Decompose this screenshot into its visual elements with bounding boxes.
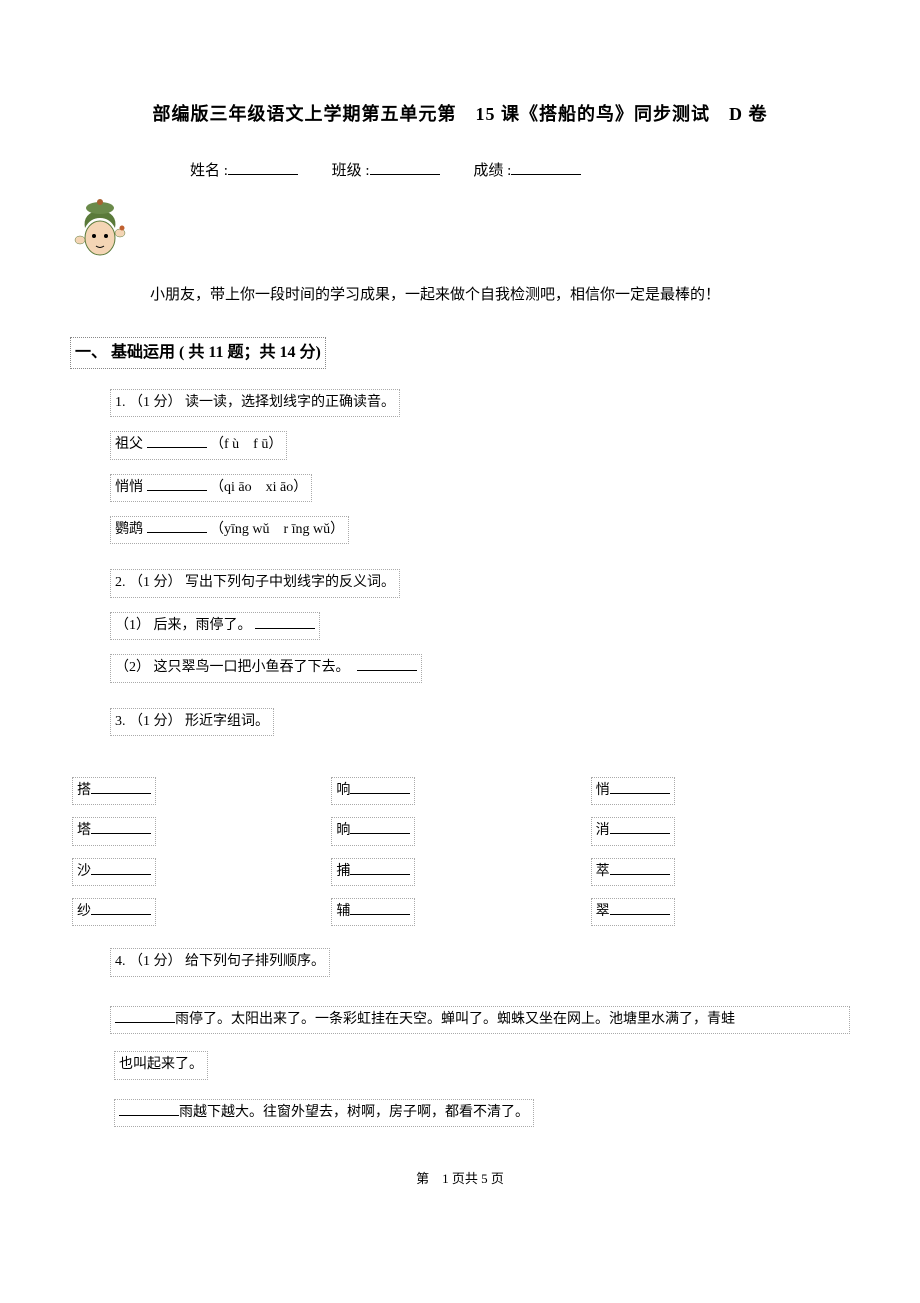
q1-text-yingwu: 鹦鹉: [115, 522, 143, 537]
table-row: 塔 晌 消: [72, 817, 848, 855]
table-row: 纱 辅 翠: [72, 898, 848, 936]
avatar-block: [70, 198, 850, 268]
q1-label: 1. （1 分） 读一读，选择划线字的正确读音。: [110, 389, 400, 417]
q2-blank-2[interactable]: [357, 657, 417, 671]
q3-char-xiao3: 消: [596, 823, 610, 838]
q1-blank-1[interactable]: [147, 434, 207, 448]
q1-line2: 悄悄 （qi āo xi āo）: [110, 474, 312, 502]
q3-char-fu3: 辅: [336, 904, 350, 919]
q4-p1-text: 雨停了。太阳出来了。一条彩虹挂在天空。蝉叫了。蜘蛛又坐在网上。池塘里水满了，青蛙: [175, 1012, 735, 1027]
q3-char-da: 搭: [77, 783, 91, 798]
q3-blank[interactable]: [350, 861, 410, 875]
q3-blank[interactable]: [91, 901, 151, 915]
name-label: 姓名 :: [190, 163, 228, 179]
q4-p1b-text: 也叫起来了。: [114, 1051, 208, 1079]
q4-p1-container: 雨停了。太阳出来了。一条彩虹挂在天空。蝉叫了。蜘蛛又坐在网上。池塘里水满了，青蛙: [110, 1006, 850, 1034]
cartoon-avatar-icon: [70, 198, 130, 260]
q3-blank[interactable]: [610, 820, 670, 834]
table-row: 搭 响 悄: [72, 777, 848, 815]
q3-blank[interactable]: [91, 820, 151, 834]
q4-p2-text: 雨越下越大。往窗外望去，树啊，房子啊，都看不清了。: [179, 1105, 529, 1120]
q3-blank[interactable]: [350, 820, 410, 834]
q1-text-zufu: 祖父: [115, 437, 143, 452]
student-info-line: 姓名 : 班级 : 成绩 :: [70, 159, 850, 183]
q2-label: 2. （1 分） 写出下列句子中划线字的反义词。: [110, 569, 400, 597]
class-blank[interactable]: [370, 161, 440, 175]
q3-char-sha: 沙: [77, 864, 91, 879]
greeting-text: 小朋友，带上你一段时间的学习成果，一起来做个自我检测吧，相信你一定是最棒的！: [150, 283, 850, 307]
q4-p1b-container: 也叫起来了。: [110, 1049, 850, 1081]
q2-blank-1[interactable]: [255, 615, 315, 629]
question-1: 1. （1 分） 读一读，选择划线字的正确读音。 祖父 （f ù f ū） 悄悄…: [110, 389, 850, 545]
q3-blank[interactable]: [91, 861, 151, 875]
q1-line3: 鹦鹉 （yīng wǔ r īng wǔ）: [110, 516, 349, 544]
q2-line2: （2） 这只翠鸟一口把小鱼吞了下去。: [110, 654, 422, 682]
q1-blank-2[interactable]: [147, 477, 207, 491]
q1-line1: 祖父 （f ù f ū）: [110, 431, 287, 459]
q1-options-2: （qi āo xi āo）: [210, 480, 307, 495]
q3-word-table: 搭 响 悄 塔 晌 消 沙 捕 萃 纱 辅 翠: [70, 775, 850, 939]
section-1-header: 一、 基础运用 ( 共 11 题；共 14 分): [70, 337, 326, 369]
q2-text-2: （2） 这只翠鸟一口把小鱼吞了下去。: [115, 660, 350, 675]
q4-blank-2[interactable]: [119, 1102, 179, 1116]
q3-blank[interactable]: [610, 901, 670, 915]
q3-blank[interactable]: [350, 901, 410, 915]
question-3: 3. （1 分） 形近字组词。: [110, 708, 850, 750]
q3-char-sha1: 纱: [77, 904, 91, 919]
q1-blank-3[interactable]: [147, 519, 207, 533]
score-blank[interactable]: [511, 161, 581, 175]
score-label: 成绩 :: [473, 163, 511, 179]
q4-blank-1[interactable]: [115, 1009, 175, 1023]
table-row: 沙 捕 萃: [72, 858, 848, 896]
q2-line1: （1） 后来，雨停了。: [110, 612, 320, 640]
document-title: 部编版三年级语文上学期第五单元第 15 课《搭船的鸟》同步测试 D 卷: [70, 100, 850, 129]
q3-label: 3. （1 分） 形近字组词。: [110, 708, 274, 736]
q3-blank[interactable]: [350, 780, 410, 794]
q2-text-1: （1） 后来，雨停了。: [115, 618, 252, 633]
question-2: 2. （1 分） 写出下列句子中划线字的反义词。 （1） 后来，雨停了。 （2）…: [110, 569, 850, 682]
q3-char-xiang: 响: [336, 783, 350, 798]
q3-blank[interactable]: [91, 780, 151, 794]
name-blank[interactable]: [228, 161, 298, 175]
q3-char-bu: 捕: [336, 864, 350, 879]
q3-char-qiao: 悄: [596, 783, 610, 798]
q3-char-cui: 翠: [596, 904, 610, 919]
q3-char-ta: 塔: [77, 823, 91, 838]
q1-options-3: （yīng wǔ r īng wǔ）: [210, 522, 344, 537]
question-4: 4. （1 分） 给下列句子排列顺序。: [110, 948, 850, 990]
q3-char-shang: 晌: [336, 823, 350, 838]
q4-p2-container: 雨越下越大。往窗外望去，树啊，房子啊，都看不清了。: [110, 1097, 850, 1129]
q1-text-qiaoqiao: 悄悄: [115, 480, 143, 495]
q1-options-1: （f ù f ū）: [210, 437, 282, 452]
class-label: 班级 :: [332, 163, 370, 179]
q3-blank[interactable]: [610, 780, 670, 794]
q4-label: 4. （1 分） 给下列句子排列顺序。: [110, 948, 330, 976]
page-number: 第 1 页共 5 页: [70, 1169, 850, 1190]
q3-char-cui4: 萃: [596, 864, 610, 879]
q3-blank[interactable]: [610, 861, 670, 875]
